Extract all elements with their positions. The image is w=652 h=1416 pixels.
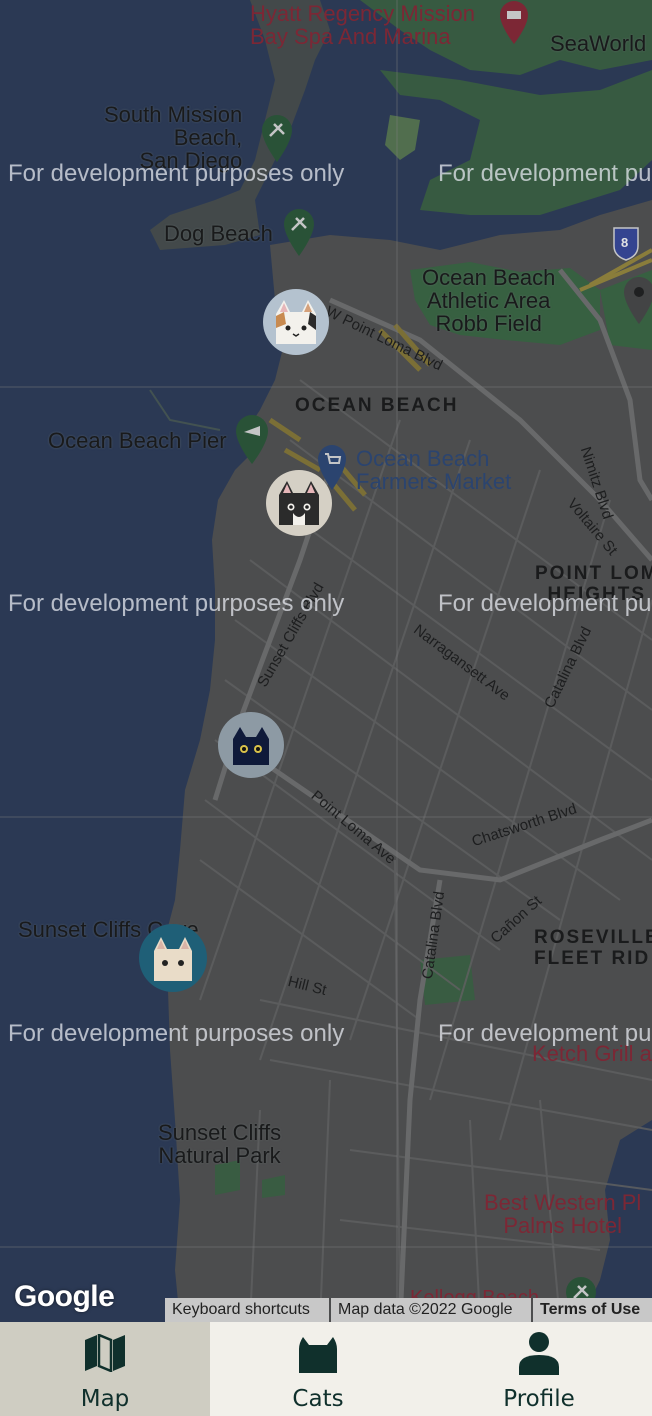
map-icon [85,1334,125,1372]
terms-of-use-link[interactable]: Terms of Use [533,1298,652,1322]
person-icon [519,1332,559,1375]
google-logo: Google [14,1280,115,1313]
tab-map[interactable]: Map [0,1322,210,1416]
dev-watermark: For development purposes only [8,590,345,617]
map-view[interactable]: Hyatt Regency Mission Bay Spa And Marina… [0,0,652,1322]
tab-cats[interactable]: Cats [210,1322,426,1416]
dev-overlay [0,0,652,1322]
cream-cat-icon [154,937,192,981]
calico-cat-marker[interactable] [263,289,329,355]
tab-map-label: Map [80,1386,130,1412]
dev-watermark: For development pu [438,1020,652,1047]
bottom-nav: Map Cats Profile [0,1322,652,1416]
black-cat-marker[interactable] [218,712,284,778]
map-data-text: Map data ©2022 Google [331,1298,531,1322]
black-white-cat-marker[interactable] [266,470,332,536]
tab-cats-label: Cats [292,1386,344,1412]
cat-icon [299,1337,337,1373]
dev-watermark: For development purposes only [8,160,345,187]
keyboard-shortcuts-link[interactable]: Keyboard shortcuts [165,1298,329,1322]
dev-watermark: For development purposes only [8,1020,345,1047]
tab-profile-label: Profile [503,1386,575,1412]
black-white-cat-icon [279,481,319,525]
dev-watermark: For development pu [438,160,652,187]
cream-cat-marker[interactable] [139,924,207,992]
black-cat-icon [233,727,269,765]
calico-cat-icon [276,300,316,344]
tab-profile[interactable]: Profile [426,1322,652,1416]
dev-watermark: For development pu [438,590,652,617]
